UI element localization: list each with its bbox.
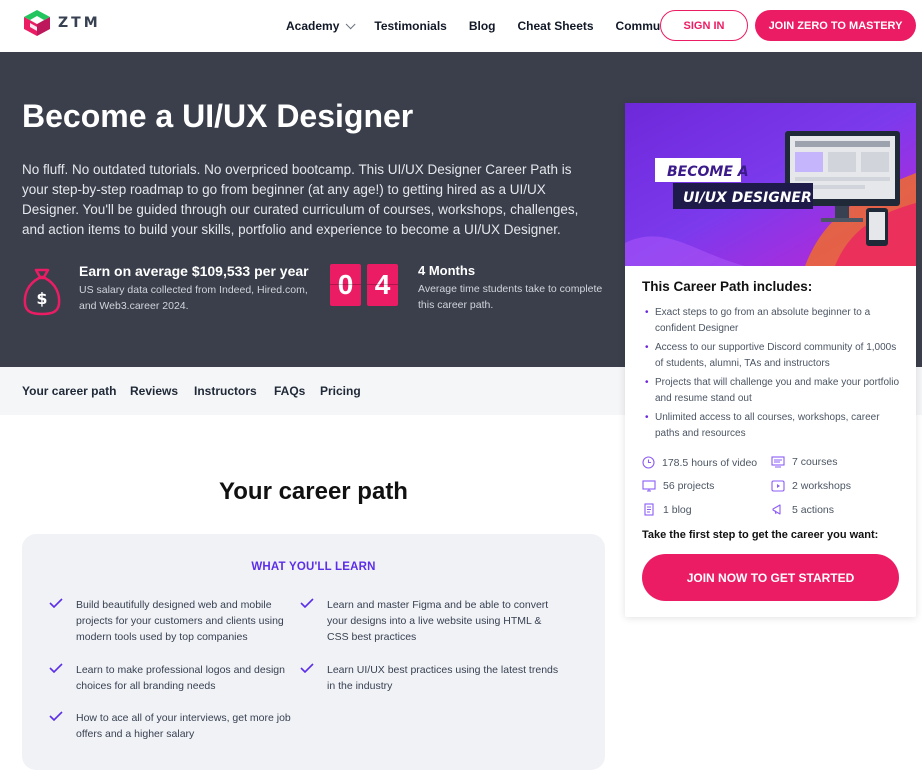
feature-label: 2 workshops bbox=[792, 480, 851, 492]
includes-item: Projects that will challenge you and mak… bbox=[642, 375, 904, 407]
feature-courses: 7 courses bbox=[771, 456, 838, 468]
career-path-card: BECOME A UI/UX DESIGNER This Career Path… bbox=[625, 103, 916, 617]
tab-your-career-path[interactable]: Your career path bbox=[22, 384, 116, 398]
main-nav: Academy Testimonials Blog Cheat Sheets C… bbox=[286, 0, 704, 52]
includes-item: Access to our supportive Discord communi… bbox=[642, 340, 904, 372]
svg-text:$: $ bbox=[36, 289, 47, 308]
ztm-logo[interactable]: ZTM bbox=[22, 8, 101, 38]
nav-academy[interactable]: Academy bbox=[286, 18, 356, 33]
check-icon bbox=[300, 663, 314, 673]
check-icon bbox=[300, 598, 314, 608]
hero-description: No fluff. No outdated tutorials. No over… bbox=[22, 162, 579, 237]
includes-list: Exact steps to go from an absolute begin… bbox=[642, 305, 904, 445]
sign-in-button[interactable]: SIGN IN bbox=[660, 10, 748, 41]
clock-icon bbox=[642, 456, 655, 469]
learn-item: How to ace all of your interviews, get m… bbox=[76, 712, 291, 740]
includes-item: Exact steps to go from an absolute begin… bbox=[642, 305, 904, 337]
duration-title: 4 Months bbox=[418, 263, 476, 278]
megaphone-icon bbox=[772, 504, 781, 515]
nav-academy-label: Academy bbox=[286, 19, 340, 33]
check-icon bbox=[49, 663, 63, 673]
learn-item: Learn and master Figma and be able to co… bbox=[327, 599, 549, 643]
feature-label: 56 projects bbox=[663, 480, 715, 492]
feature-label: 1 blog bbox=[663, 503, 692, 516]
duration-digit-ones: 4 bbox=[367, 264, 398, 306]
banner-line-1: BECOME A bbox=[667, 164, 749, 180]
feature-blog: 1 blog bbox=[642, 503, 692, 516]
check-icon bbox=[49, 598, 63, 608]
tab-faqs[interactable]: FAQs bbox=[274, 384, 305, 398]
learn-heading: WHAT YOU'LL LEARN bbox=[251, 561, 376, 573]
brand-name: ZTM bbox=[58, 15, 101, 31]
feature-label: 5 actions bbox=[792, 503, 835, 516]
top-navigation: ZTM Academy Testimonials Blog Cheat Shee… bbox=[0, 0, 922, 52]
ztm-logo-icon bbox=[24, 10, 50, 36]
money-bag-icon: $ bbox=[23, 268, 61, 316]
tab-pricing[interactable]: Pricing bbox=[320, 384, 361, 398]
play-icon bbox=[771, 480, 785, 492]
check-icon bbox=[49, 711, 63, 721]
duration-subtitle: Average time students take to complete t… bbox=[418, 283, 603, 311]
tab-instructors[interactable]: Instructors bbox=[194, 384, 257, 398]
what-youll-learn-box: WHAT YOU'LL LEARN Build beautifully desi… bbox=[22, 534, 605, 770]
page-title: Become a UI/UX Designer bbox=[22, 98, 414, 134]
duration-digit-tens: 0 bbox=[330, 264, 361, 306]
feature-workshops: 2 workshops bbox=[771, 480, 851, 492]
document-icon bbox=[644, 503, 654, 516]
banner-line-2: UI/UX DESIGNER bbox=[683, 190, 812, 206]
banner-illustration: BECOME A UI/UX DESIGNER bbox=[625, 103, 916, 266]
courses-icon bbox=[771, 456, 785, 468]
feature-video-hours: 178.5 hours of video bbox=[642, 456, 757, 469]
section-title: Your career path bbox=[219, 478, 408, 505]
monitor-icon bbox=[642, 480, 656, 492]
learn-item: Learn to make professional logos and des… bbox=[76, 664, 285, 692]
learn-item: Build beautifully designed web and mobil… bbox=[76, 599, 284, 643]
nav-blog[interactable]: Blog bbox=[469, 19, 496, 33]
feature-label: 178.5 hours of video bbox=[662, 456, 758, 469]
feature-actions: 5 actions bbox=[771, 503, 834, 516]
salary-title: Earn on average $109,533 per year bbox=[79, 263, 309, 279]
feature-projects: 56 projects bbox=[642, 480, 714, 492]
course-banner: BECOME A UI/UX DESIGNER bbox=[625, 103, 916, 266]
join-now-button[interactable]: JOIN NOW TO GET STARTED bbox=[642, 554, 899, 601]
join-ztm-button[interactable]: JOIN ZERO TO MASTERY bbox=[755, 10, 916, 41]
learn-item: Learn UI/UX best practices using the lat… bbox=[327, 664, 559, 692]
chevron-down-icon bbox=[346, 18, 356, 29]
card-cta-text: Take the first step to get the career yo… bbox=[642, 529, 879, 541]
tab-reviews[interactable]: Reviews bbox=[130, 384, 178, 398]
salary-subtitle: US salary data collected from Indeed, Hi… bbox=[79, 284, 308, 312]
nav-testimonials[interactable]: Testimonials bbox=[374, 19, 446, 33]
nav-cheat-sheets[interactable]: Cheat Sheets bbox=[518, 19, 594, 33]
includes-item: Unlimited access to all courses, worksho… bbox=[642, 410, 904, 442]
feature-label: 7 courses bbox=[792, 456, 838, 468]
card-heading: This Career Path includes: bbox=[642, 279, 813, 294]
